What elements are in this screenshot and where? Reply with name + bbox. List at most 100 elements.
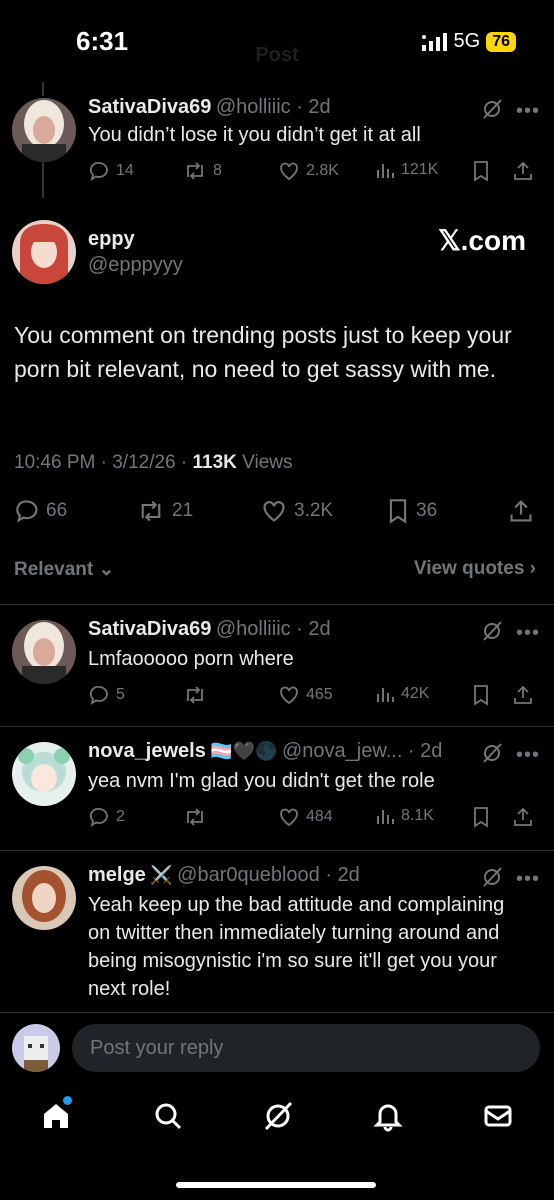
author-handle[interactable]: @nova_jew... [282,740,402,762]
thread-line [42,162,44,198]
avatar[interactable] [12,742,76,806]
like-button[interactable]: 2.8K [278,160,339,182]
post-actions: 66 21 3.2K 36 [14,498,540,526]
views-icon [375,684,395,704]
reply-placeholder: Post your reply [90,1037,224,1059]
avatar[interactable] [12,98,76,162]
like-count: 484 [306,808,333,825]
name-emoji-badges: ⚔️ [150,865,173,885]
like-count: 3.2K [294,500,334,521]
reply-button[interactable]: 5 [88,684,125,706]
avatar[interactable] [12,620,76,684]
views-button[interactable]: 8.1K [375,806,434,826]
post-header: melge ⚔️ @bar0queblood · 2d [88,864,360,887]
post-text: You comment on trending posts just to ke… [14,322,512,382]
bookmark-button[interactable]: 36 [386,498,437,524]
grok-icon[interactable] [481,620,503,642]
heart-icon [278,684,300,706]
reply-icon [14,498,40,524]
reply-input[interactable]: Post your reply [72,1024,540,1072]
reply-button[interactable]: 2 [88,806,125,828]
grok-icon[interactable] [481,98,503,120]
author-handle[interactable]: @holliiic [216,618,291,640]
reply-count: 5 [116,686,125,703]
views-button[interactable]: 42K [375,684,429,704]
post-text: You didn’t lose it you didn’t get it at … [88,124,421,146]
repost-icon [136,498,166,524]
like-button[interactable]: 465 [278,684,333,706]
post-age[interactable]: 2d [338,864,360,886]
divider [0,1012,554,1013]
views-count: 113K [192,452,237,473]
my-avatar[interactable] [12,1024,60,1072]
share-icon[interactable] [512,806,534,828]
repost-button[interactable]: 8 [183,160,222,182]
author-name[interactable]: nova_jewels [88,740,206,762]
post-text: Lmfaooooo porn where [88,648,294,670]
more-icon[interactable]: ••• [516,100,540,123]
reply-count: 2 [116,808,125,825]
author-handle[interactable]: @epppyyy [88,254,183,277]
separator-dot: · [319,864,338,886]
post-age[interactable]: 2d [420,740,442,762]
divider [0,726,554,727]
views-icon [375,806,395,826]
post-header: SativaDiva69 @holliiic · 2d [88,618,331,641]
separator-dot: · [175,452,193,473]
repost-icon [183,806,207,828]
sort-dropdown[interactable]: Relevant ⌄ [14,558,114,581]
bookmark-icon[interactable] [471,684,491,706]
more-icon[interactable]: ••• [516,868,540,891]
author-name[interactable]: eppy [88,228,135,251]
reply-button[interactable]: 66 [14,498,67,524]
heart-icon [278,806,300,828]
status-indicators: 5G 76 [421,30,516,53]
like-button[interactable]: 484 [278,806,333,828]
author-name[interactable]: melge [88,864,146,886]
separator-dot: · [290,96,309,118]
bookmark-icon[interactable] [471,806,491,828]
grok-icon[interactable] [481,866,503,888]
grok-icon[interactable] [481,742,503,764]
view-quotes-label: View quotes [413,558,525,579]
author-name[interactable]: SativaDiva69 [88,96,211,118]
share-icon[interactable] [512,684,534,706]
like-button[interactable]: 3.2K [260,498,333,524]
mail-icon[interactable] [482,1100,514,1132]
more-icon[interactable]: ••• [516,622,540,645]
views-button[interactable]: 121K [375,160,438,180]
post-meta: 10:46 PM · 3/12/26 · 113K Views [14,452,293,474]
bookmark-icon[interactable] [471,160,491,182]
grok-icon[interactable] [262,1100,294,1132]
views-count: 8.1K [401,807,434,824]
share-icon[interactable] [508,498,534,524]
search-icon[interactable] [152,1100,184,1132]
chevron-down-icon: ⌄ [98,559,115,580]
divider [0,604,554,605]
post-age[interactable]: 2d [308,96,330,118]
reply-count: 66 [46,500,68,521]
repost-button[interactable]: 21 [136,498,193,524]
network-type: 5G [453,30,481,52]
view-quotes-link[interactable]: View quotes › [414,558,536,580]
more-icon[interactable]: ••• [516,744,540,767]
name-emoji-badges: 🏳️‍⚧️🖤🌑 [210,741,278,761]
bell-icon[interactable] [372,1100,404,1132]
repost-button[interactable] [183,806,207,828]
author-name[interactable]: SativaDiva69 [88,618,211,640]
reply-icon [88,160,110,182]
reply-icon [88,684,110,706]
reply-button[interactable]: 14 [88,160,134,182]
avatar[interactable] [12,866,76,930]
author-handle[interactable]: @holliiic [216,96,291,118]
bottom-nav [0,1090,554,1150]
separator-dot: · [290,618,309,640]
repost-button[interactable] [183,684,207,706]
author-handle[interactable]: @bar0queblood [177,864,320,886]
repost-icon [183,160,207,182]
separator-dot: · [402,740,421,762]
post-text: Yeah keep up the bad attitude and compla… [88,894,505,1000]
post-age[interactable]: 2d [308,618,330,640]
share-icon[interactable] [512,160,534,182]
avatar[interactable] [12,220,76,284]
